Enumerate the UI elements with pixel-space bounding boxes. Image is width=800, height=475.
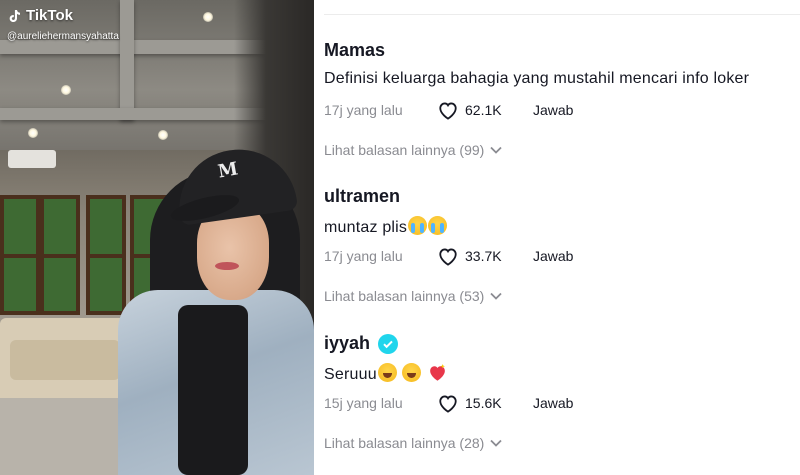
like-count: 33.7K — [465, 248, 502, 264]
window — [0, 195, 40, 315]
air-conditioner — [8, 150, 56, 168]
like-count: 62.1K — [465, 102, 502, 118]
like-button[interactable]: 15.6K — [437, 393, 533, 413]
comment-text: muntaz plis — [324, 216, 800, 237]
like-button[interactable]: 62.1K — [437, 100, 533, 120]
comment-text: Seruuu — [324, 363, 800, 384]
window — [40, 195, 80, 315]
ceiling-light — [158, 130, 168, 140]
comment-meta: 17j yang lalu 62.1K Jawab — [324, 100, 573, 120]
view-more-replies[interactable]: Lihat balasan lainnya (28) — [324, 435, 502, 451]
loudly-crying-face-icon — [428, 216, 448, 235]
comment-time: 15j yang lalu — [324, 395, 403, 411]
ceiling-beam — [120, 0, 134, 120]
grinning-squinting-face-icon — [377, 363, 397, 382]
comment-username[interactable]: iyyah — [324, 333, 800, 354]
comment-time: 17j yang lalu — [324, 102, 403, 118]
video-frame[interactable]: M TikTok @aureliehermansyahatta — [0, 0, 314, 475]
tiktok-wordmark: TikTok — [26, 7, 73, 24]
comment-time: 17j yang lalu — [324, 248, 403, 264]
username-text[interactable]: ultramen — [324, 186, 400, 207]
view-more-replies[interactable]: Lihat balasan lainnya (99) — [324, 142, 502, 158]
black-shirt — [178, 305, 248, 475]
like-button[interactable]: 33.7K — [437, 246, 533, 266]
chevron-down-icon — [490, 146, 502, 154]
comment-username[interactable]: Mamas — [324, 40, 800, 61]
tiktok-logo: TikTok — [7, 7, 73, 24]
reply-button[interactable]: Jawab — [533, 248, 573, 264]
grinning-squinting-face-icon — [402, 363, 422, 382]
window — [86, 195, 126, 315]
view-more-replies-label[interactable]: Lihat balasan lainnya (28) — [324, 435, 484, 451]
comment-text: Definisi keluarga bahagia yang mustahil … — [324, 70, 750, 87]
comment-meta: 15j yang lalu 15.6K Jawab — [324, 393, 573, 413]
reply-button[interactable]: Jawab — [533, 102, 573, 118]
username-text[interactable]: Mamas — [324, 40, 385, 61]
ceiling-light — [28, 128, 38, 138]
sofa-cushion — [10, 340, 120, 380]
chevron-down-icon — [490, 292, 502, 300]
tiktok-note-icon — [9, 9, 20, 22]
username-text[interactable]: iyyah — [324, 333, 370, 354]
comment-item: ultramen muntaz plis 17j yang lalu 33.7K… — [324, 186, 800, 304]
view-more-replies[interactable]: Lihat balasan lainnya (53) — [324, 288, 502, 304]
like-count: 15.6K — [465, 395, 502, 411]
divider — [324, 14, 800, 15]
comment-meta: 17j yang lalu 33.7K Jawab — [324, 246, 573, 266]
sparkling-heart-icon — [430, 363, 446, 381]
comment-item: Mamas Definisi keluarga bahagia yang mus… — [324, 40, 800, 158]
heart-icon — [439, 248, 457, 266]
heart-icon — [439, 395, 457, 413]
creator-handle: @aureliehermansyahatta — [7, 31, 119, 42]
view-more-replies-label[interactable]: Lihat balasan lainnya (53) — [324, 288, 484, 304]
comment-text-body: muntaz plis — [324, 219, 408, 236]
view-more-replies-label[interactable]: Lihat balasan lainnya (99) — [324, 142, 484, 158]
comment-item: iyyah Seruuu 15j yang lalu 15.6K Jawab L… — [324, 333, 800, 451]
ceiling-light — [61, 85, 71, 95]
reply-button[interactable]: Jawab — [533, 395, 573, 411]
heart-icon — [439, 102, 457, 120]
comment-text-body: Seruuu — [324, 366, 377, 383]
lips — [215, 262, 239, 270]
verified-badge-icon — [378, 333, 399, 354]
loudly-crying-face-icon — [408, 216, 428, 235]
ceiling-light — [203, 12, 213, 22]
cap-logo: M — [216, 158, 240, 183]
comments-panel: Mamas Definisi keluarga bahagia yang mus… — [314, 0, 800, 475]
comment-username[interactable]: ultramen — [324, 186, 800, 207]
chevron-down-icon — [490, 439, 502, 447]
